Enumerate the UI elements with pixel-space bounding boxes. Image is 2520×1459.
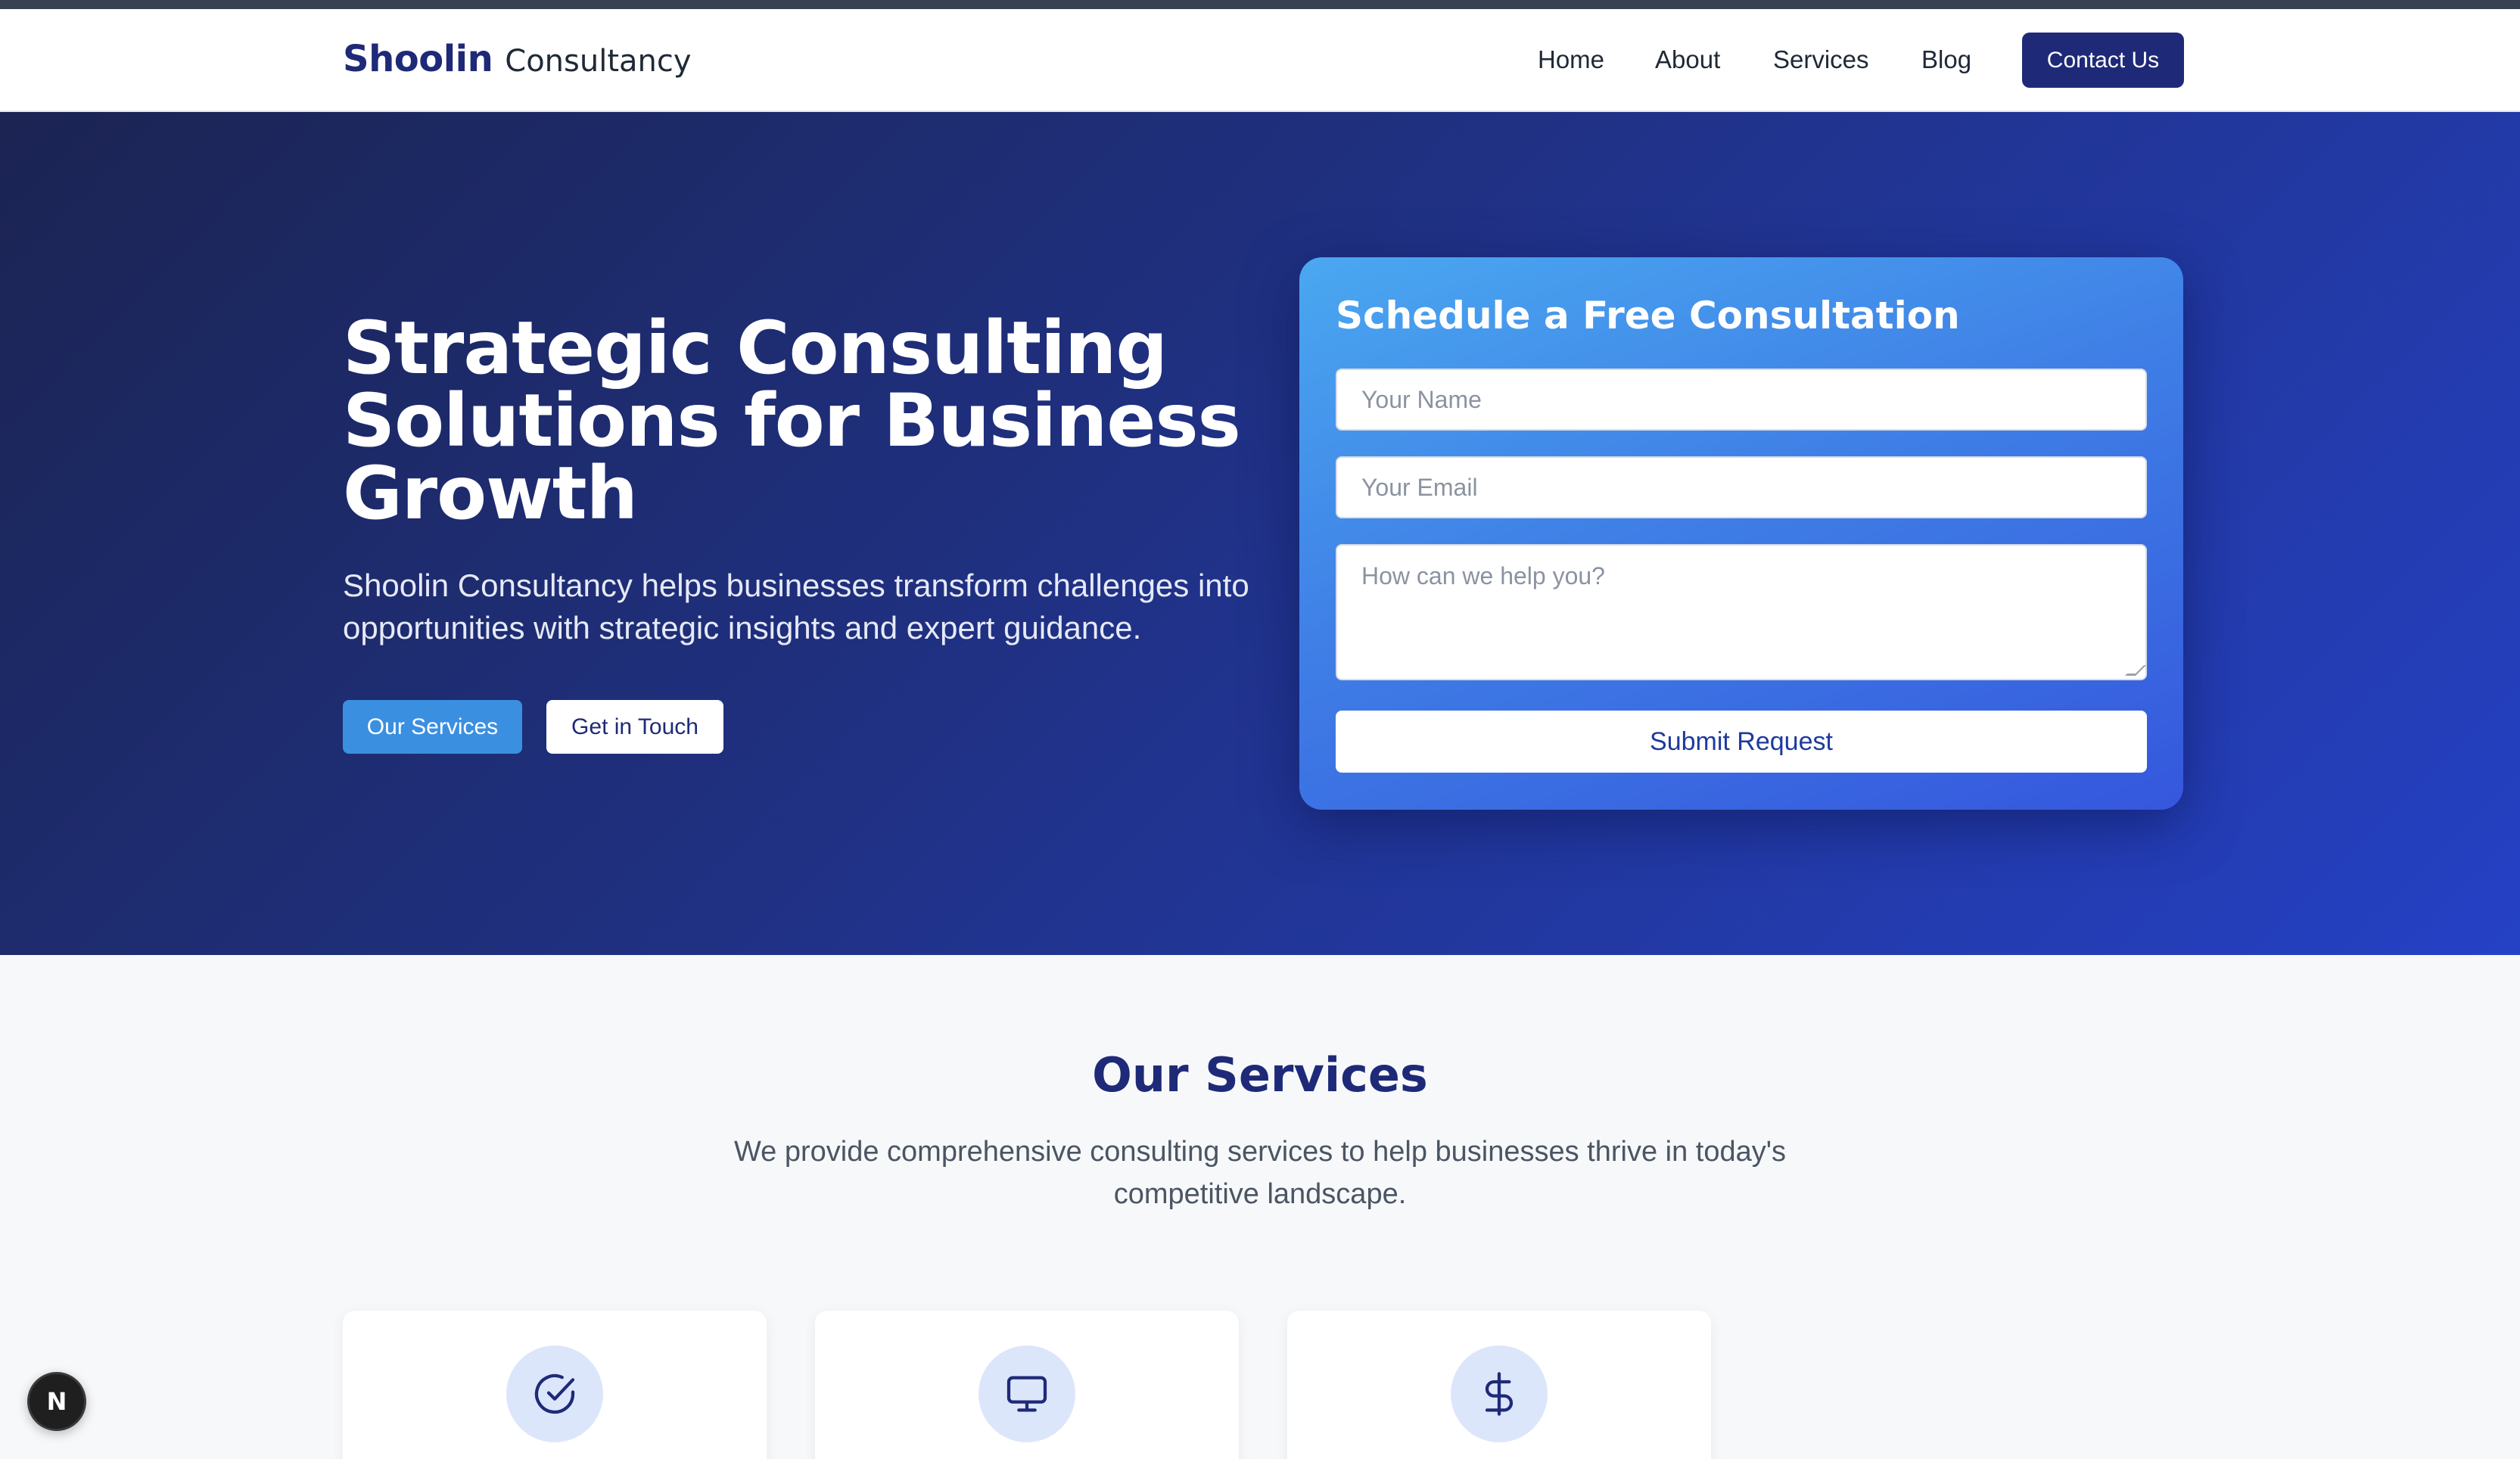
services-section: Our Services We provide comprehensive co… — [0, 955, 2520, 1459]
service-card[interactable] — [815, 1311, 1239, 1459]
submit-request-button[interactable]: Submit Request — [1336, 711, 2147, 773]
brand-logo[interactable]: Shoolin Consultancy — [343, 38, 692, 80]
hero-title: Strategic Consulting Solutions for Busin… — [343, 306, 1241, 536]
name-field[interactable] — [1336, 369, 2147, 431]
message-field[interactable] — [1336, 544, 2147, 680]
nav-link-home[interactable]: Home — [1538, 45, 1604, 74]
get-in-touch-button[interactable]: Get in Touch — [546, 700, 723, 754]
services-title: Our Services — [1092, 1047, 1428, 1103]
nav-link-services[interactable]: Services — [1773, 45, 1869, 74]
nav-link-about[interactable]: About — [1655, 45, 1720, 74]
check-circle-icon — [506, 1345, 603, 1442]
our-services-button[interactable]: Our Services — [343, 700, 522, 754]
page: Shoolin Consultancy Home About Services … — [0, 0, 2520, 1459]
brand-subtitle: Consultancy — [505, 44, 692, 79]
hero-section: Strategic Consulting Solutions for Busin… — [0, 112, 2520, 955]
services-description: We provide comprehensive consulting serv… — [733, 1136, 1787, 1210]
brand-name: Shoolin — [343, 38, 493, 80]
email-field[interactable] — [1336, 456, 2147, 518]
top-strip — [0, 0, 2520, 9]
navbar: Shoolin Consultancy Home About Services … — [0, 9, 2520, 112]
service-card[interactable] — [1287, 1311, 1711, 1459]
form-title: Schedule a Free Consultation — [1336, 294, 1960, 338]
dev-tools-badge[interactable]: N — [27, 1372, 86, 1431]
monitor-icon — [978, 1345, 1075, 1442]
dollar-icon — [1451, 1345, 1548, 1442]
contact-us-button[interactable]: Contact Us — [2022, 33, 2184, 88]
hero-description: Shoolin Consultancy helps businesses tra… — [343, 568, 1249, 646]
nav-link-blog[interactable]: Blog — [1921, 45, 1971, 74]
consultation-form: Schedule a Free Consultation Submit Requ… — [1299, 257, 2183, 810]
service-card[interactable] — [343, 1311, 767, 1459]
